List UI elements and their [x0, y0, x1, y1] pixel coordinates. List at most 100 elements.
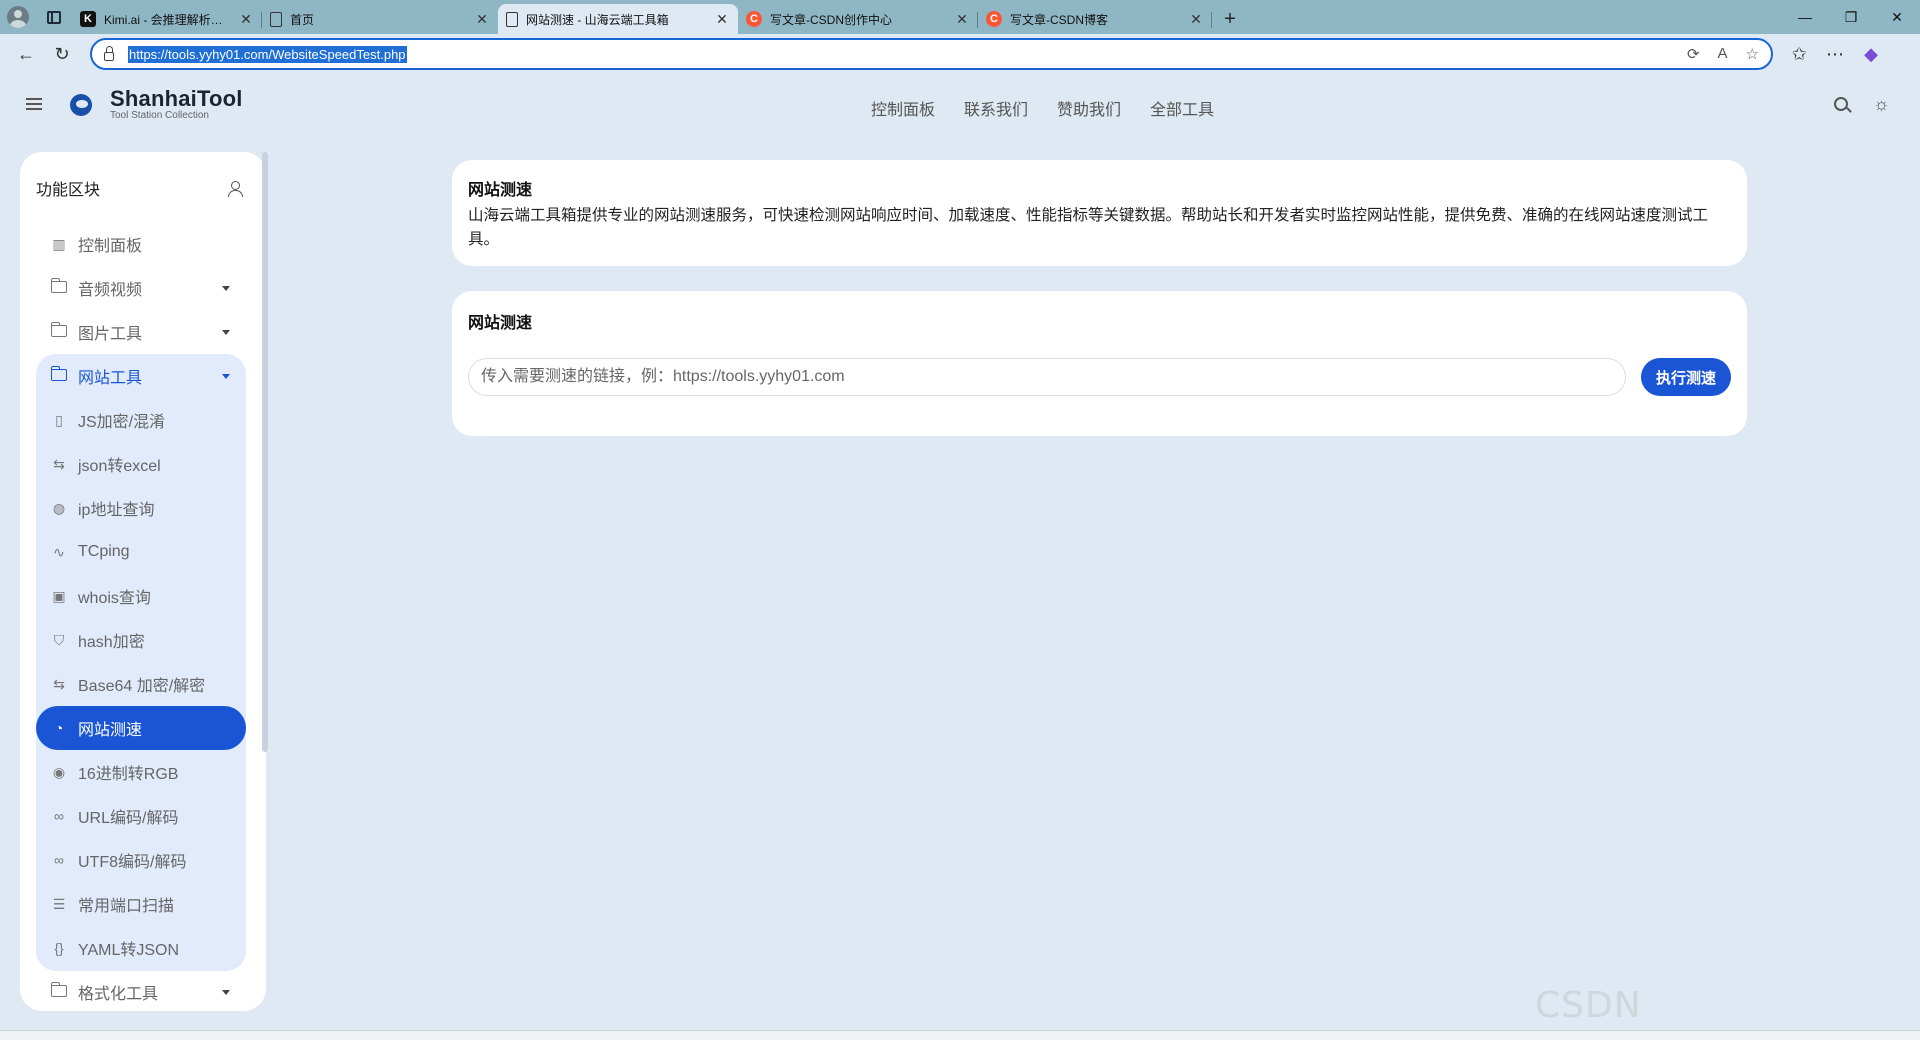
sidebar-item-label: ip地址查询	[78, 502, 155, 519]
browser-tab-csdn-create[interactable]: C 写文章-CSDN创作中心 ✕	[738, 4, 978, 34]
sidebar-item-label: JS加密/混淆	[78, 414, 166, 431]
minimize-button[interactable]: —	[1782, 0, 1828, 34]
new-tab-button[interactable]: +	[1212, 4, 1248, 34]
refresh-translate-icon[interactable]: ⟳	[1687, 45, 1700, 63]
sidebar-item-tcping[interactable]: ∿ TCping	[36, 530, 246, 574]
url-input[interactable]	[468, 358, 1626, 396]
browser-tab-csdn-blog[interactable]: C 写文章-CSDN博客 ✕	[978, 4, 1212, 34]
sidebar-item-label: URL编码/解码	[78, 810, 179, 827]
browser-toolbar-right: ✩ ⋯ ◆	[1781, 38, 1889, 70]
speedometer-icon: ◔	[54, 720, 64, 736]
nav-sponsor[interactable]: 赞助我们	[1057, 96, 1121, 120]
intro-title: 网站测速	[468, 182, 533, 199]
sidebar-item-hash[interactable]: ⛉ hash加密	[36, 618, 246, 662]
close-icon[interactable]: ✕	[1188, 11, 1204, 28]
csdn-icon: C	[746, 11, 762, 27]
reload-button[interactable]: ↻	[44, 38, 80, 70]
dashboard-icon: ▥	[52, 235, 66, 252]
restore-button[interactable]: ❐	[1828, 0, 1874, 34]
browser-tab-home[interactable]: 首页 ✕	[262, 4, 498, 34]
close-icon[interactable]: ✕	[714, 11, 730, 28]
sidebar-item-label: json转excel	[78, 458, 161, 475]
sidebar-item-label: 格式化工具	[78, 986, 159, 1003]
theme-toggle-icon[interactable]: ☼	[1873, 94, 1890, 115]
back-button[interactable]: ←	[8, 38, 44, 70]
sidebar-item-audio-video[interactable]: 音频视频	[36, 266, 246, 310]
sidebar-item-label: 网站工具	[78, 370, 143, 387]
sidebar-item-image-tools[interactable]: 图片工具	[36, 310, 246, 354]
intro-card: 网站测速 山海云端工具箱提供专业的网站测速服务，可快速检测网站响应时间、加载速度…	[452, 160, 1747, 266]
browser-tab-bar: K Kimi.ai - 会推理解析，能深度思考 ✕ 首页 ✕ 网站测速 - 山海…	[0, 0, 1920, 34]
speed-test-card: 网站测速 执行测速	[452, 291, 1747, 436]
search-icon[interactable]	[1834, 97, 1848, 111]
sidebar-item-format-tools[interactable]: 格式化工具	[36, 970, 246, 1011]
avatar-icon	[7, 6, 29, 28]
folder-icon	[50, 982, 67, 997]
copilot-icon[interactable]: ◆	[1853, 38, 1889, 70]
chevron-down-icon	[222, 330, 230, 335]
pulse-icon: ∿	[53, 543, 65, 560]
sidebar-item-label: Base64 加密/解密	[78, 678, 206, 695]
page-icon	[506, 11, 518, 27]
braces-icon: {}	[54, 940, 64, 956]
sidebar-item-url-encode[interactable]: ∞ URL编码/解码	[36, 794, 246, 838]
nav-dashboard[interactable]: 控制面板	[871, 96, 935, 120]
sidebar-item-base64[interactable]: ⇆ Base64 加密/解密	[36, 662, 246, 706]
close-icon[interactable]: ✕	[238, 11, 254, 28]
browser-tab-kimi[interactable]: K Kimi.ai - 会推理解析，能深度思考 ✕	[72, 4, 262, 34]
run-speed-test-button[interactable]: 执行测速	[1641, 358, 1731, 396]
nav-contact[interactable]: 联系我们	[964, 96, 1028, 120]
user-icon[interactable]	[228, 180, 243, 197]
sidebar-item-yaml-json[interactable]: {} YAML转JSON	[36, 926, 246, 970]
sidebar-item-label: 图片工具	[78, 326, 143, 343]
address-bar[interactable]: https://tools.yyhy01.com/WebsiteSpeedTes…	[90, 38, 1773, 70]
tab-title: 首页	[290, 12, 315, 27]
folder-icon-wrap	[50, 366, 68, 384]
nav-all-tools[interactable]: 全部工具	[1150, 96, 1214, 120]
folder-icon-wrap	[50, 322, 68, 340]
palette-icon: ◉	[52, 763, 66, 780]
address-bar-actions: ⟳ A ☆	[1687, 45, 1759, 63]
sidebar-item-json-excel[interactable]: ⇆ json转excel	[36, 442, 246, 486]
sidebar-item-website-tools[interactable]: 网站工具	[36, 354, 246, 398]
sidebar-item-ip-lookup[interactable]: ◍ ip地址查询	[36, 486, 246, 530]
app-header: ShanhaiTool Tool Station Collection 控制面板…	[0, 74, 1920, 138]
lock-icon[interactable]	[104, 45, 114, 61]
sidebar-item-speed-test[interactable]: ◔ 网站测速	[36, 706, 246, 750]
logo-icon	[70, 94, 92, 116]
brand[interactable]: ShanhaiTool Tool Station Collection	[110, 86, 243, 121]
sidebar-item-hex-rgb[interactable]: ◉ 16进制转RGB	[36, 750, 246, 794]
sidebar-scrollbar[interactable]	[262, 152, 268, 752]
tab-actions-button[interactable]	[36, 0, 72, 34]
sidebar-item-label: hash加密	[78, 634, 145, 651]
sidebar-item-port-scan[interactable]: ☰ 常用端口扫描	[36, 882, 246, 926]
intro-description: 山海云端工具箱提供专业的网站测速服务，可快速检测网站响应时间、加载速度、性能指标…	[468, 207, 1709, 248]
sidebar-item-dashboard[interactable]: ▥ 控制面板	[36, 222, 246, 266]
read-aloud-icon[interactable]: A	[1718, 45, 1728, 63]
folder-icon	[50, 278, 67, 293]
sidebar-item-label: 常用端口扫描	[78, 898, 175, 915]
more-menu-button[interactable]: ⋯	[1817, 38, 1853, 70]
taskbar-edge	[0, 1030, 1920, 1040]
url-text[interactable]: https://tools.yyhy01.com/WebsiteSpeedTes…	[128, 45, 407, 63]
top-nav: 控制面板 联系我们 赞助我们 全部工具	[871, 96, 1214, 120]
folder-icon	[50, 366, 67, 381]
link-icon: ∞	[54, 808, 64, 824]
sidebar-item-js-obfuscate[interactable]: ▯ JS加密/混淆	[36, 398, 246, 442]
tab-title: Kimi.ai - 会推理解析，能深度思考	[104, 12, 230, 27]
browser-tab-speedtest[interactable]: 网站测速 - 山海云端工具箱 ✕	[498, 4, 738, 34]
close-window-button[interactable]: ✕	[1874, 0, 1920, 34]
close-icon[interactable]: ✕	[954, 11, 970, 28]
sidebar-item-label: 网站测速	[78, 722, 143, 739]
close-icon[interactable]: ✕	[474, 11, 490, 28]
favorite-star-icon[interactable]: ☆	[1746, 45, 1759, 63]
tab-title: 网站测速 - 山海云端工具箱	[526, 12, 669, 27]
sidebar-item-whois[interactable]: ▣ whois查询	[36, 574, 246, 618]
globe-icon: ◍	[52, 499, 66, 516]
sidebar-header: 功能区块	[36, 176, 243, 200]
menu-toggle-icon[interactable]	[26, 98, 42, 110]
favorites-button[interactable]: ✩	[1781, 38, 1817, 70]
filter-icon: ☰	[52, 895, 66, 912]
profile-avatar[interactable]	[0, 0, 36, 34]
sidebar-item-utf8-encode[interactable]: ∞ UTF8编码/解码	[36, 838, 246, 882]
